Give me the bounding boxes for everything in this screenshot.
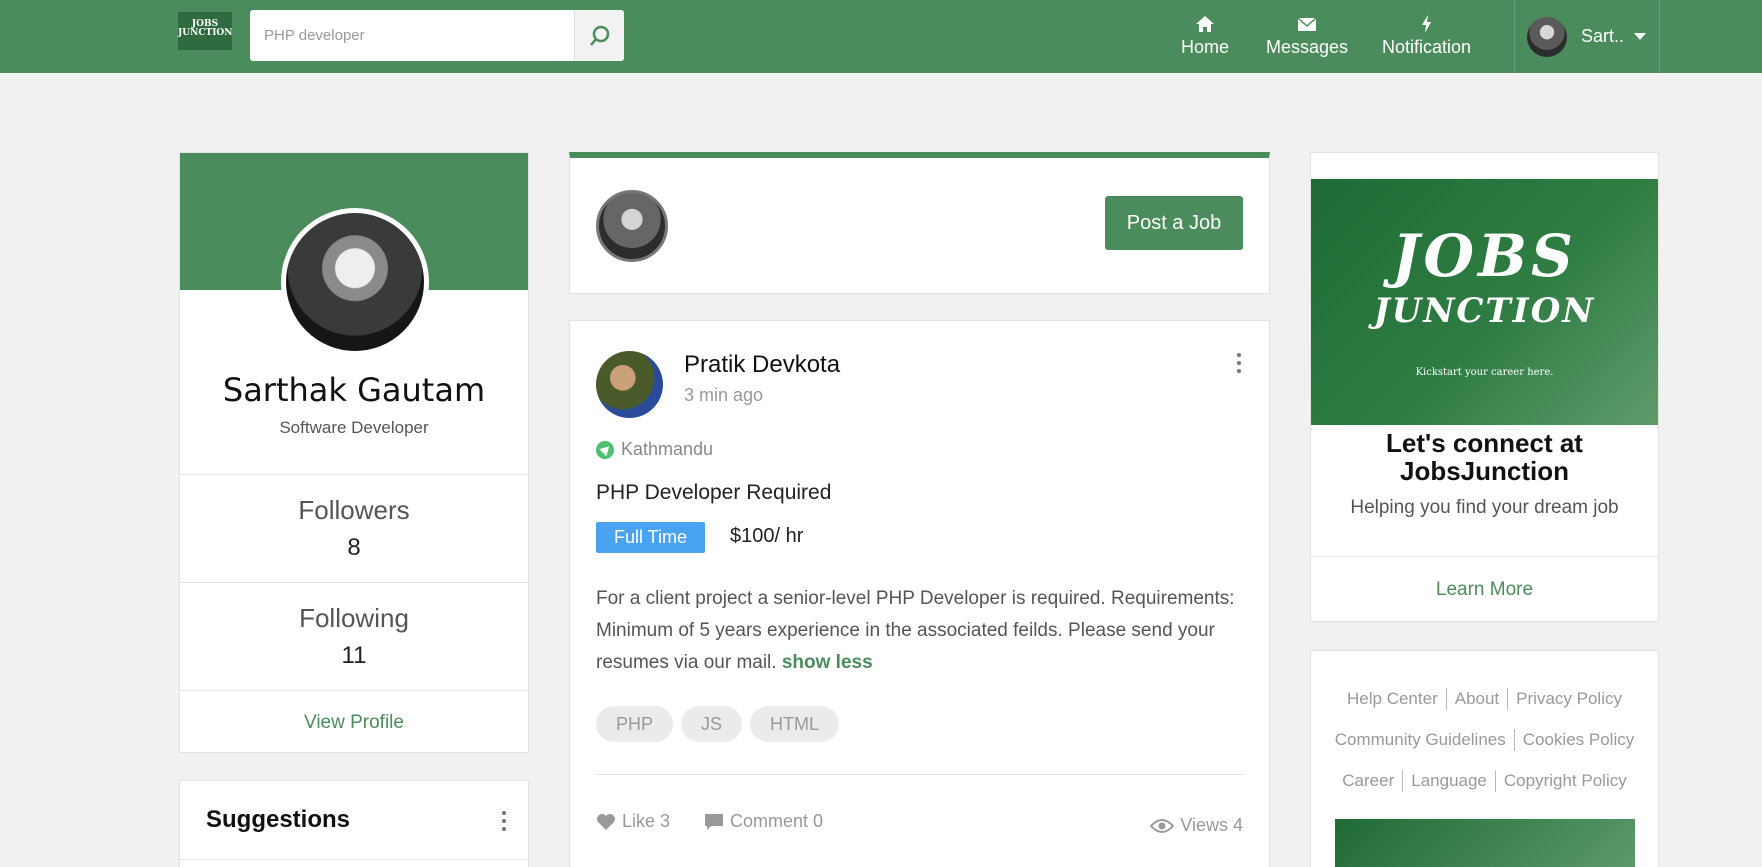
profile-name: Sarthak Gautam xyxy=(222,371,486,409)
promo-card: JOBS JUNCTION Kickstart your career here… xyxy=(1310,152,1659,622)
followers-stat[interactable]: Followers 8 xyxy=(180,474,528,582)
eye-icon xyxy=(1150,818,1175,833)
promo-logo-line2: JUNCTION xyxy=(1373,291,1596,331)
followers-count: 8 xyxy=(347,534,361,561)
search-input[interactable] xyxy=(250,10,574,61)
like-label: Like 3 xyxy=(622,811,671,831)
job-title: PHP Developer Required xyxy=(596,481,832,504)
job-post-card: Pratik Devkota 3 min ago Kathmandu PHP D… xyxy=(569,320,1270,867)
job-location: Kathmandu xyxy=(596,439,713,460)
link-language[interactable]: Language xyxy=(1402,770,1495,792)
post-job-card: Post a Job xyxy=(569,152,1270,294)
views-label: Views 4 xyxy=(1180,815,1243,835)
more-options-icon[interactable] xyxy=(1237,353,1243,377)
lightning-icon xyxy=(1382,14,1471,34)
promo-logo-line1: JOBS xyxy=(1392,222,1577,290)
following-stat[interactable]: Following 11 xyxy=(180,582,528,690)
like-button[interactable]: Like 3 xyxy=(596,811,670,832)
footer-links-card: Help Center About Privacy Policy Communi… xyxy=(1310,650,1659,867)
tag-list: PHP JS HTML xyxy=(596,706,840,742)
promo-subheading: Helping you find your dream job xyxy=(1350,497,1619,518)
link-privacy-policy[interactable]: Privacy Policy xyxy=(1507,688,1630,710)
link-copyright-policy[interactable]: Copyright Policy xyxy=(1494,770,1635,792)
divider xyxy=(180,859,528,860)
location-text: Kathmandu xyxy=(621,439,714,459)
comment-button[interactable]: Comment 0 xyxy=(704,811,823,832)
footer-links-row: Help Center About Privacy Policy xyxy=(1311,688,1658,710)
tag-html[interactable]: HTML xyxy=(750,706,840,742)
site-logo[interactable]: JOBS JUNCTION xyxy=(178,12,232,50)
job-rate: $100/ hr xyxy=(730,525,804,547)
divider xyxy=(596,774,1244,775)
profile-avatar[interactable] xyxy=(281,208,429,356)
location-icon xyxy=(596,440,614,459)
followers-label: Followers xyxy=(298,495,410,525)
author-avatar[interactable] xyxy=(596,351,663,418)
link-community-guidelines[interactable]: Community Guidelines xyxy=(1327,729,1514,751)
footer-links-row: Career Language Copyright Policy xyxy=(1311,770,1658,792)
following-count: 11 xyxy=(341,642,367,669)
profile-title: Software Developer xyxy=(279,418,429,437)
post-job-button[interactable]: Post a Job xyxy=(1105,196,1243,250)
search-bar xyxy=(250,10,624,61)
search-button[interactable] xyxy=(574,10,624,61)
link-career[interactable]: Career xyxy=(1334,770,1402,792)
user-menu[interactable]: Sart.. xyxy=(1514,0,1660,73)
promo-heading: Let's connect at JobsJunction xyxy=(1386,428,1583,486)
learn-more-link[interactable]: Learn More xyxy=(1311,556,1658,622)
avatar xyxy=(1527,16,1567,57)
views-count: Views 4 xyxy=(1150,815,1243,836)
author-name[interactable]: Pratik Devkota xyxy=(684,351,840,379)
search-icon xyxy=(589,25,609,46)
link-cookies-policy[interactable]: Cookies Policy xyxy=(1513,729,1643,751)
nav-notification[interactable]: Notification xyxy=(1382,14,1471,58)
nav-home-label: Home xyxy=(1181,37,1230,57)
promo-tagline: Kickstart your career here. xyxy=(1415,367,1554,378)
job-description-text: For a client project a senior-level PHP … xyxy=(596,588,1235,673)
tag-js[interactable]: JS xyxy=(681,706,743,742)
comment-label: Comment 0 xyxy=(730,811,824,831)
profile-card: Sarthak Gautam Software Developer Follow… xyxy=(179,152,529,753)
avatar[interactable] xyxy=(596,190,668,262)
nav-notification-label: Notification xyxy=(1382,37,1472,57)
user-name: Sart.. xyxy=(1581,26,1625,46)
more-options-icon[interactable] xyxy=(502,811,508,835)
suggestions-title: Suggestions xyxy=(206,806,351,833)
suggestions-card: Suggestions xyxy=(179,780,529,867)
show-less-link[interactable]: show less xyxy=(782,652,873,673)
view-profile-link[interactable]: View Profile xyxy=(180,690,528,753)
home-icon xyxy=(1181,14,1229,34)
link-help-center[interactable]: Help Center xyxy=(1339,688,1446,710)
following-label: Following xyxy=(299,603,409,633)
chevron-down-icon xyxy=(1634,33,1647,40)
mini-promo-banner xyxy=(1335,819,1635,867)
link-about[interactable]: About xyxy=(1445,688,1507,710)
heart-icon xyxy=(597,813,615,830)
nav-messages-label: Messages xyxy=(1266,37,1349,57)
top-navbar: JOBSJUNCTION Home Messages Notification … xyxy=(0,0,1762,73)
footer-links-row: Community Guidelines Cookies Policy xyxy=(1311,729,1658,751)
promo-banner: JOBS JUNCTION Kickstart your career here… xyxy=(1311,179,1658,425)
job-description: For a client project a senior-level PHP … xyxy=(596,583,1246,679)
post-time: 3 min ago xyxy=(684,385,764,405)
comment-icon xyxy=(705,813,723,830)
nav-home[interactable]: Home xyxy=(1181,14,1229,58)
job-type-badge: Full Time xyxy=(596,522,706,553)
tag-php[interactable]: PHP xyxy=(596,706,674,742)
envelope-icon xyxy=(1266,14,1348,34)
nav-messages[interactable]: Messages xyxy=(1266,14,1348,58)
